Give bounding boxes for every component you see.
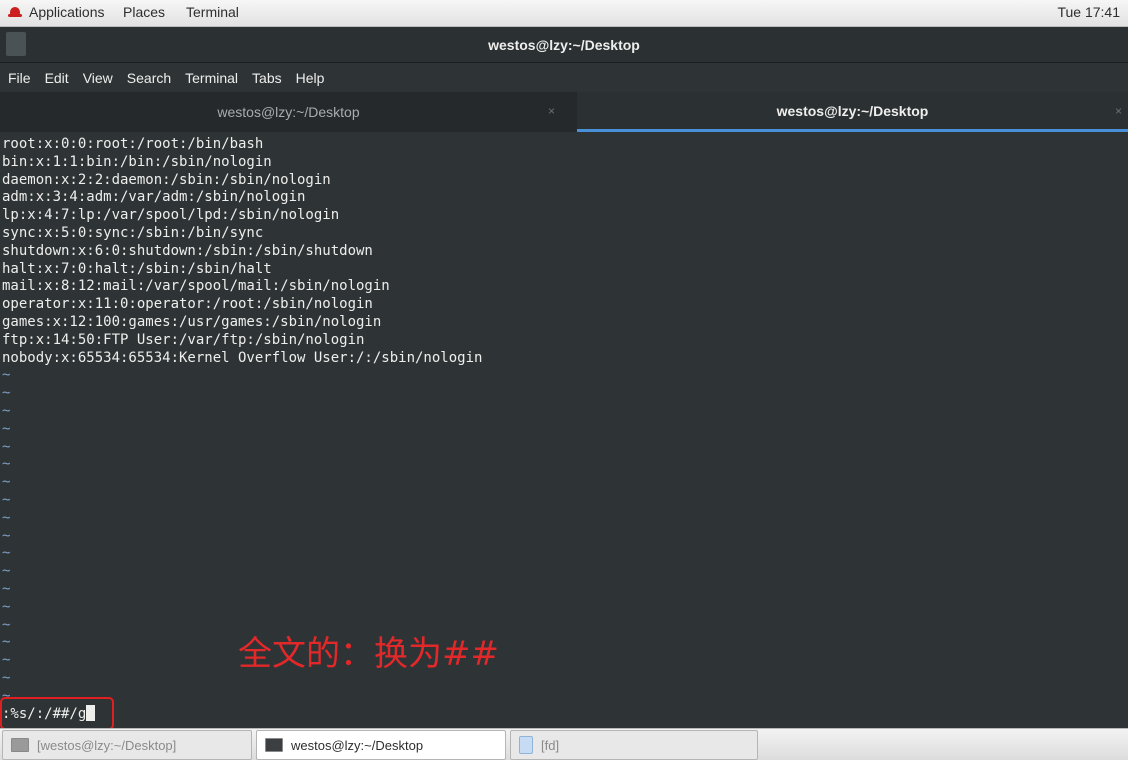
text-cursor [86,705,96,721]
text-line: adm:x:3:4:adm:/var/adm:/sbin/nologin [2,189,306,206]
menu-search[interactable]: Search [127,70,171,86]
text-line: mail:x:8:12:mail:/var/spool/mail:/sbin/n… [2,278,390,295]
text-line: root:x:0:0:root:/root:/bin/bash [2,136,264,152]
applications-menu[interactable]: Applications [8,4,105,20]
empty-line-tilde: ~ [2,598,11,615]
taskbar-item-label: [fd] [541,737,560,753]
tab-1[interactable]: westos@lzy:~/Desktop × [0,92,577,132]
menu-terminal[interactable]: Terminal [185,70,238,86]
window-title: westos@lzy:~/Desktop [488,37,640,53]
places-menu[interactable]: Places [123,4,165,20]
command-text: :%s/:/##/g [2,706,87,722]
empty-line-tilde: ~ [2,634,11,651]
text-line: daemon:x:2:2:daemon:/sbin:/sbin/nologin [2,171,331,188]
text-line: operator:x:11:0:operator:/root:/sbin/nol… [2,296,373,313]
tab-2-close-icon[interactable]: × [1115,104,1122,118]
empty-line-tilde: ~ [2,669,11,686]
empty-line-tilde: ~ [2,652,11,669]
menu-view[interactable]: View [83,70,113,86]
taskbar-item-label: [westos@lzy:~/Desktop] [37,737,177,753]
terminal-app-menu[interactable]: Terminal [186,4,239,20]
empty-line-tilde: ~ [2,420,11,437]
terminal-icon [265,738,283,752]
empty-line-tilde: ~ [2,367,11,384]
empty-line-tilde: ~ [2,491,11,508]
taskbar-item-label: westos@lzy:~/Desktop [291,737,424,753]
tab-2-active[interactable]: westos@lzy:~/Desktop × [577,92,1128,132]
tab-bar: westos@lzy:~/Desktop × westos@lzy:~/Desk… [0,92,1128,132]
text-line: lp:x:4:7:lp:/var/spool/lpd:/sbin/nologin [2,207,340,224]
tab-1-close-icon[interactable]: × [548,104,555,118]
text-line: ftp:x:14:50:FTP User:/var/ftp:/sbin/nolo… [2,331,365,348]
empty-line-tilde: ~ [2,509,11,526]
menu-tabs[interactable]: Tabs [252,70,282,86]
clock[interactable]: Tue 17:41 [1057,4,1120,20]
text-line: games:x:12:100:games:/usr/games:/sbin/no… [2,313,382,330]
taskbar-item-fd[interactable]: [fd] [510,730,758,760]
empty-line-tilde: ~ [2,402,11,419]
empty-line-tilde: ~ [2,456,11,473]
empty-line-tilde: ~ [2,385,11,402]
menu-file[interactable]: File [8,70,31,86]
top-panel: Applications Places Terminal Tue 17:41 [0,0,1128,27]
text-line: nobody:x:65534:65534:Kernel Overflow Use… [2,349,483,366]
window-titlebar[interactable]: westos@lzy:~/Desktop [0,27,1128,63]
empty-line-tilde: ~ [2,580,11,597]
redhat-logo-icon [8,7,22,17]
empty-line-tilde: ~ [2,545,11,562]
empty-line-tilde: ~ [2,563,11,580]
terminal-icon [11,738,29,752]
menu-help[interactable]: Help [296,70,325,86]
empty-line-tilde: ~ [2,438,11,455]
terminal-area[interactable]: root:x:0:0:root:/root:/bin/bash bin:x:1:… [0,132,1128,728]
menu-edit[interactable]: Edit [45,70,69,86]
empty-line-tilde: ~ [2,527,11,544]
menu-bar: File Edit View Search Terminal Tabs Help [0,64,1128,92]
taskbar: [westos@lzy:~/Desktop] westos@lzy:~/Desk… [0,728,1128,760]
tab-2-label: westos@lzy:~/Desktop [776,102,929,119]
empty-line-tilde: ~ [2,687,11,704]
vim-command-line[interactable]: :%s/:/##/g [2,705,96,722]
text-line: bin:x:1:1:bin:/bin:/sbin/nologin [2,153,272,170]
text-line: halt:x:7:0:halt:/sbin:/sbin/halt [2,260,272,277]
annotation-text: 全文的：换为## [238,634,499,674]
taskbar-item-terminal-2[interactable]: westos@lzy:~/Desktop [256,730,506,760]
file-icon [519,736,533,754]
text-line: shutdown:x:6:0:shutdown:/sbin:/sbin/shut… [2,242,373,259]
empty-line-tilde: ~ [2,616,11,633]
text-line: sync:x:5:0:sync:/sbin:/bin/sync [2,224,264,241]
taskbar-item-terminal-1[interactable]: [westos@lzy:~/Desktop] [2,730,252,760]
applications-label: Applications [29,4,105,20]
empty-line-tilde: ~ [2,474,11,491]
tab-1-label: westos@lzy:~/Desktop [217,104,360,120]
